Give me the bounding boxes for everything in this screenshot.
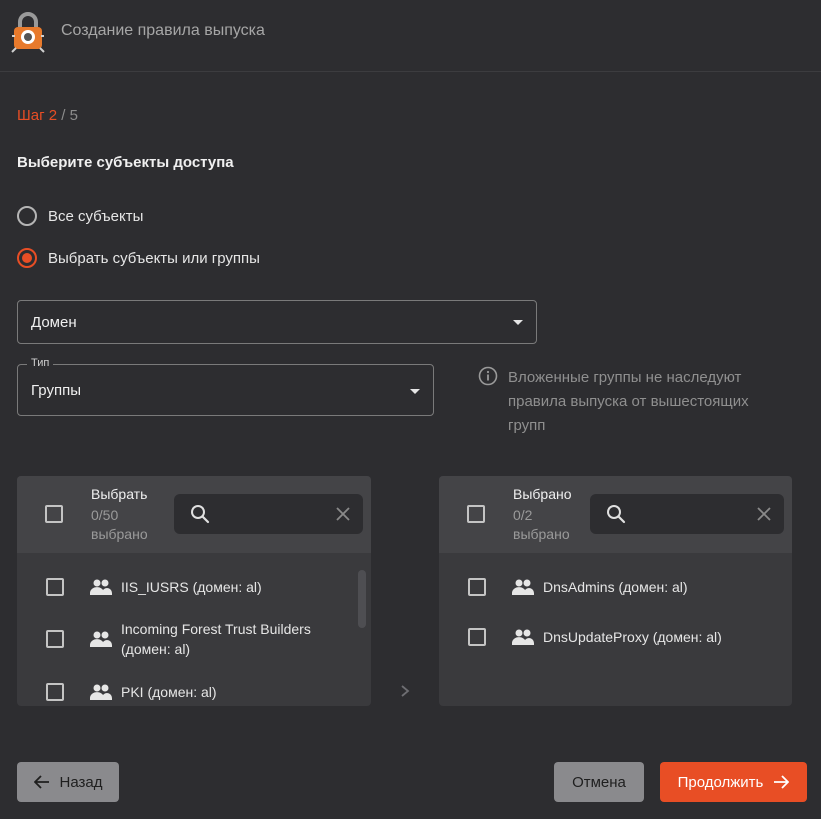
group-icon <box>90 631 112 647</box>
select-all-selected-checkbox[interactable] <box>467 505 485 523</box>
back-button[interactable]: Назад <box>17 762 119 802</box>
selected-count: 0/2 <box>513 507 533 523</box>
item-checkbox[interactable] <box>468 628 486 646</box>
available-count: 0/50 <box>91 507 119 523</box>
clear-icon[interactable] <box>333 504 353 524</box>
selected-panel-title: Выбрано <box>513 486 572 502</box>
type-select[interactable]: Тип Группы <box>17 357 434 416</box>
selected-panel-header: Выбрано 0/2 выбрано <box>439 476 792 553</box>
item-label: IIS_IUSRS (домен: al) <box>121 579 262 595</box>
type-select-value: Группы <box>31 382 81 399</box>
item-checkbox[interactable] <box>46 630 64 648</box>
selected-search-input[interactable] <box>590 494 784 534</box>
radio-label: Все субъекты <box>48 207 144 225</box>
back-button-label: Назад <box>59 773 103 791</box>
item-checkbox[interactable] <box>46 683 64 701</box>
header: Создание правила выпуска <box>0 0 821 72</box>
continue-button[interactable]: Продолжить <box>660 762 807 802</box>
lock-bug-logo-icon <box>11 12 45 53</box>
arrow-left-icon <box>33 775 49 789</box>
app-window: Создание правила выпуска Шаг 2 / 5 Выбер… <box>0 0 821 819</box>
group-icon <box>512 629 534 645</box>
cancel-button-label: Отмена <box>572 773 626 791</box>
item-label: PKI (домен: al) <box>121 684 217 700</box>
radio-all-subjects[interactable]: Все субъекты <box>17 206 143 226</box>
caret-down-icon <box>513 320 523 325</box>
domain-select[interactable]: Домен <box>17 300 537 344</box>
type-select-legend: Тип <box>27 357 54 369</box>
radio-checked-icon[interactable] <box>17 248 37 268</box>
cancel-button[interactable]: Отмена <box>554 762 644 802</box>
page-title: Создание правила выпуска <box>61 22 265 39</box>
available-search-input[interactable] <box>174 494 363 534</box>
list-item[interactable]: DnsUpdateProxy (домен: al) <box>439 627 792 647</box>
item-checkbox[interactable] <box>46 578 64 596</box>
available-panel: Выбрать 0/50 выбрано IIS_IUSRS (домен: a… <box>17 476 371 706</box>
item-label: Incoming Forest Trust Builders (домен: a… <box>121 621 311 657</box>
clear-icon[interactable] <box>754 504 774 524</box>
continue-button-label: Продолжить <box>677 773 764 791</box>
list-item[interactable]: PKI (домен: al) <box>17 682 371 702</box>
search-icon <box>607 505 626 524</box>
group-icon <box>90 579 112 595</box>
search-icon <box>191 505 210 524</box>
item-checkbox[interactable] <box>468 578 486 596</box>
list-scrollbar[interactable] <box>358 570 366 628</box>
item-label: DnsUpdateProxy (домен: al) <box>543 629 722 645</box>
list-item[interactable]: Incoming Forest Trust Builders (домен: a… <box>17 619 371 659</box>
item-label: DnsAdmins (домен: al) <box>543 579 688 595</box>
group-icon <box>90 684 112 700</box>
caret-down-icon <box>410 389 420 394</box>
select-all-available-checkbox[interactable] <box>45 505 63 523</box>
list-item[interactable]: DnsAdmins (домен: al) <box>439 577 792 597</box>
step-total: 5 <box>69 107 78 124</box>
available-panel-title: Выбрать <box>91 486 148 502</box>
info-note: Вложенные группы не наследуют правила вы… <box>508 369 749 434</box>
arrow-right-icon <box>774 775 790 789</box>
selected-count-suffix: выбрано <box>513 526 570 542</box>
chevron-right-icon[interactable] <box>398 684 412 698</box>
available-panel-header: Выбрать 0/50 выбрано <box>17 476 371 553</box>
radio-label: Выбрать субъекты или группы <box>48 249 260 267</box>
section-title: Выберите субъекты доступа <box>17 154 234 171</box>
group-icon <box>512 579 534 595</box>
available-count-suffix: выбрано <box>91 526 148 542</box>
step-current: Шаг 2 <box>17 107 58 124</box>
step-separator: / <box>57 107 70 124</box>
selected-panel: Выбрано 0/2 выбрано DnsAdmins (домен: al… <box>439 476 792 706</box>
radio-unchecked-icon[interactable] <box>17 206 37 226</box>
info-icon <box>478 366 498 386</box>
domain-select-value: Домен <box>31 314 77 331</box>
radio-select-subjects[interactable]: Выбрать субъекты или группы <box>17 248 260 268</box>
list-item[interactable]: IIS_IUSRS (домен: al) <box>17 577 371 597</box>
step-indicator: Шаг 2 / 5 <box>17 107 78 124</box>
